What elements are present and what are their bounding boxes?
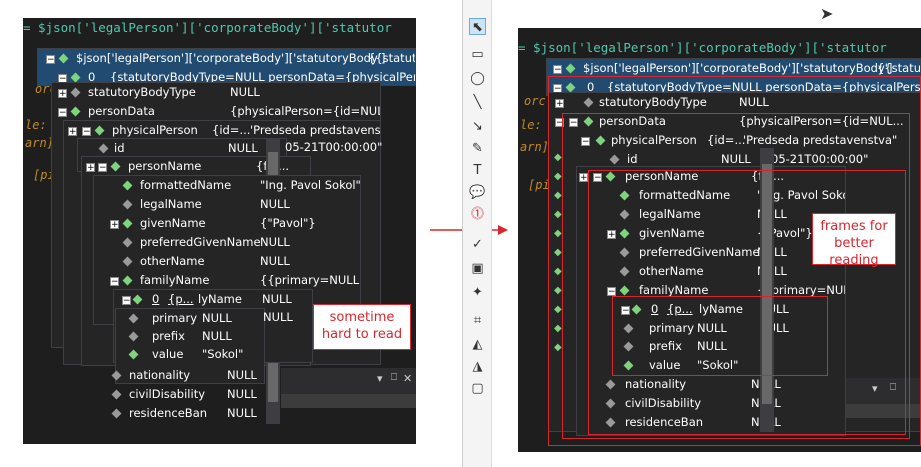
flip-horizontal-icon[interactable]: ◭ [469,336,486,353]
flip-vertical-icon[interactable]: ◮ [469,358,486,375]
tooltip-root: − $json['legalPerson']['corporateBody'][… [37,48,416,86]
resize-tool-icon[interactable]: ▢ [469,380,486,397]
effects-tool-icon[interactable]: ✦ [469,284,486,301]
code-expression: = $json['legalPerson']['corporateBody'][… [518,40,887,55]
tree-row[interactable]: −familyName{{primary=NULL ... [94,271,360,290]
tree-row[interactable]: prefix NULL [116,327,264,346]
left-screenshot-panel: = $json['legalPerson']['corporateBody'][… [23,18,416,444]
text-tool-icon[interactable]: T [469,162,486,179]
image-tool-icon[interactable]: ▣ [469,260,486,277]
rectangle-tool-icon[interactable]: ▭ [469,46,486,63]
frame-level-4 [612,296,828,376]
tree-row-statutory-body[interactable]: − $json['legalPerson']['corporateBody'][… [38,49,415,68]
pin-icon[interactable]: ⎕ [391,372,397,383]
drawing-toolbar: ⬉ ▭ ◯ ╲ ↘ ✎ T 💬 ⓵ ✓ ▣ ✦ ⌗ ◭ ◮ ▢ [462,0,492,467]
field-icon [70,72,81,83]
code-expression: = $json['legalPerson']['corporateBody'][… [23,20,392,35]
annotation-note-right: frames for better reading [812,213,896,268]
tree-row[interactable]: − personData {physicalPerson={id=NUL... [52,102,380,121]
code-expression-line: = $json['legalPerson']['corporateBody'][… [23,18,392,38]
collapse-icon[interactable]: − [46,55,55,65]
id-extra-value: 05-21T00:00:00" [285,140,383,154]
tree-row[interactable]: otherNameNULL [94,252,360,271]
tree-row[interactable]: residenceBanNULL [111,404,263,423]
field-icon [58,53,69,64]
bg-fragment: arn] [25,136,54,150]
select-tool-icon[interactable]: ⬉ [469,18,486,35]
dropdown-icon[interactable]: ▾ [377,372,383,385]
stray-value: NULL [263,310,293,324]
row-key: $json['legalPerson']['corporateBody']['s… [76,51,386,65]
speech-bubble-icon[interactable]: 💬 [469,184,486,201]
bg-fragment: le: [25,118,47,132]
tree-row[interactable]: preferredGivenNameNULL [94,233,360,252]
tree-row[interactable]: + givenName {"Pavol"} [94,214,360,233]
tree-row[interactable]: nationalityNULL [111,366,263,385]
tree-row[interactable]: primary NULL [116,309,264,328]
tree-row[interactable]: civilDisabilityNULL [111,385,263,404]
status-bar [281,394,416,408]
tree-row[interactable]: formattedName"Ing. Pavol Sokol" [94,176,360,195]
tree-row[interactable]: + statutoryBodyType NULL [52,83,380,102]
tree-row[interactable]: value "Sokol" [116,345,264,364]
mouse-cursor-icon: ➤ [820,4,834,23]
code-expression-line: = $json['legalPerson']['corporateBody'][… [518,38,887,58]
row-value: {{statuto [368,51,415,65]
panel-header-bar: ▾ ⎕ ✕ [281,368,416,394]
ellipse-tool-icon[interactable]: ◯ [469,70,486,87]
tree-row[interactable]: −0{p...lyNameNULL [114,290,312,309]
line-tool-icon[interactable]: ╲ [469,94,486,111]
tree-row[interactable]: legalNameNULL [94,195,360,214]
crop-tool-icon[interactable]: ⌗ [469,312,486,329]
bg-fragment: orc [524,94,546,108]
close-icon[interactable]: ✕ [403,372,412,385]
bg-fragment: [pi [528,178,550,192]
pen-tool-icon[interactable]: ✎ [469,140,486,157]
counter-tool-icon[interactable]: ⓵ [469,206,486,223]
annotation-note-left: sometime hard to read [313,304,411,350]
bg-fragment: arn] [520,140,549,154]
bg-fragment: le: [520,118,542,132]
spellcheck-icon[interactable]: ✓ [469,236,486,253]
arrow-tool-icon[interactable]: ↘ [469,118,486,135]
